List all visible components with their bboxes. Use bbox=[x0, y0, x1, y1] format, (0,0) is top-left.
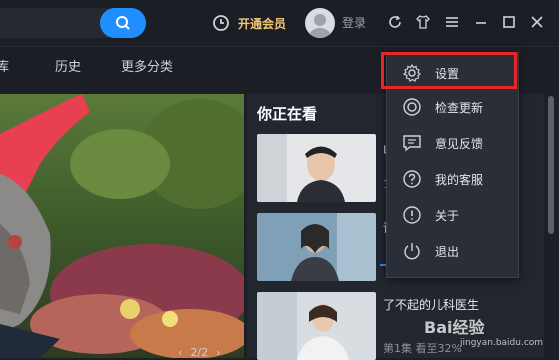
maximize-icon[interactable] bbox=[500, 13, 518, 31]
watching-title: 你正在看 bbox=[257, 105, 318, 123]
chevron-right-icon[interactable]: › bbox=[216, 346, 220, 359]
close-icon[interactable] bbox=[528, 13, 546, 31]
vip-clock-icon bbox=[213, 15, 229, 31]
top-bar: 开通会员 登录 bbox=[0, 0, 559, 46]
vip-label: 开通会员 bbox=[238, 16, 287, 31]
avatar[interactable] bbox=[305, 8, 335, 38]
vip-button[interactable]: 开通会员 bbox=[212, 11, 286, 35]
nav-item-library[interactable]: 库 bbox=[0, 56, 9, 75]
menu-item-label: 我的客服 bbox=[435, 172, 484, 187]
watching-thumb-2[interactable] bbox=[257, 213, 376, 281]
menu-item-about[interactable]: 关于 bbox=[387, 197, 518, 233]
chevron-left-icon[interactable]: ‹ bbox=[178, 346, 182, 359]
info-icon bbox=[401, 204, 423, 226]
menu-icon[interactable] bbox=[443, 13, 461, 31]
power-icon bbox=[401, 240, 423, 262]
watching-item-title[interactable]: 了不起的儿科医生 bbox=[383, 296, 479, 313]
watching-item-progress: 第1集 看至32% bbox=[383, 342, 462, 355]
menu-item-feedback[interactable]: 意见反馈 bbox=[387, 125, 518, 161]
refresh-icon[interactable] bbox=[386, 13, 404, 31]
help-icon bbox=[401, 168, 423, 190]
watermark-url: jingyan.baidu.com bbox=[460, 338, 544, 348]
menu-item-label: 意见反馈 bbox=[435, 136, 484, 151]
user-icon bbox=[309, 14, 331, 38]
feedback-icon bbox=[401, 132, 423, 154]
hero-page-number: 2/2 bbox=[190, 346, 209, 359]
nav-item-more-categories[interactable]: 更多分类 bbox=[121, 56, 173, 75]
menu-item-label: 关于 bbox=[435, 208, 460, 223]
menu-item-label: 检查更新 bbox=[435, 100, 484, 115]
hero-banner[interactable] bbox=[0, 94, 244, 358]
search-button[interactable] bbox=[100, 8, 146, 38]
login-link[interactable]: 登录 bbox=[342, 14, 366, 31]
watermark-logo: Bai经验 bbox=[424, 318, 485, 337]
watching-thumb-3[interactable] bbox=[257, 292, 376, 360]
search-input[interactable] bbox=[0, 8, 146, 38]
scrollbar[interactable] bbox=[548, 96, 554, 234]
watching-thumb-1[interactable] bbox=[257, 134, 376, 202]
update-icon bbox=[401, 96, 423, 118]
menu-item-check-update[interactable]: 检查更新 bbox=[387, 89, 518, 125]
hero-pager[interactable]: ‹ 2/2 › bbox=[178, 346, 238, 359]
menu-item-label: 退出 bbox=[435, 244, 460, 259]
skin-icon[interactable] bbox=[414, 13, 432, 31]
settings-highlight-box bbox=[381, 52, 517, 89]
menu-item-customer-service[interactable]: 我的客服 bbox=[387, 161, 518, 197]
search-icon bbox=[116, 16, 130, 30]
menu-item-exit[interactable]: 退出 bbox=[387, 233, 518, 269]
minimize-icon[interactable] bbox=[472, 13, 490, 31]
nav-item-history[interactable]: 历史 bbox=[55, 56, 81, 75]
